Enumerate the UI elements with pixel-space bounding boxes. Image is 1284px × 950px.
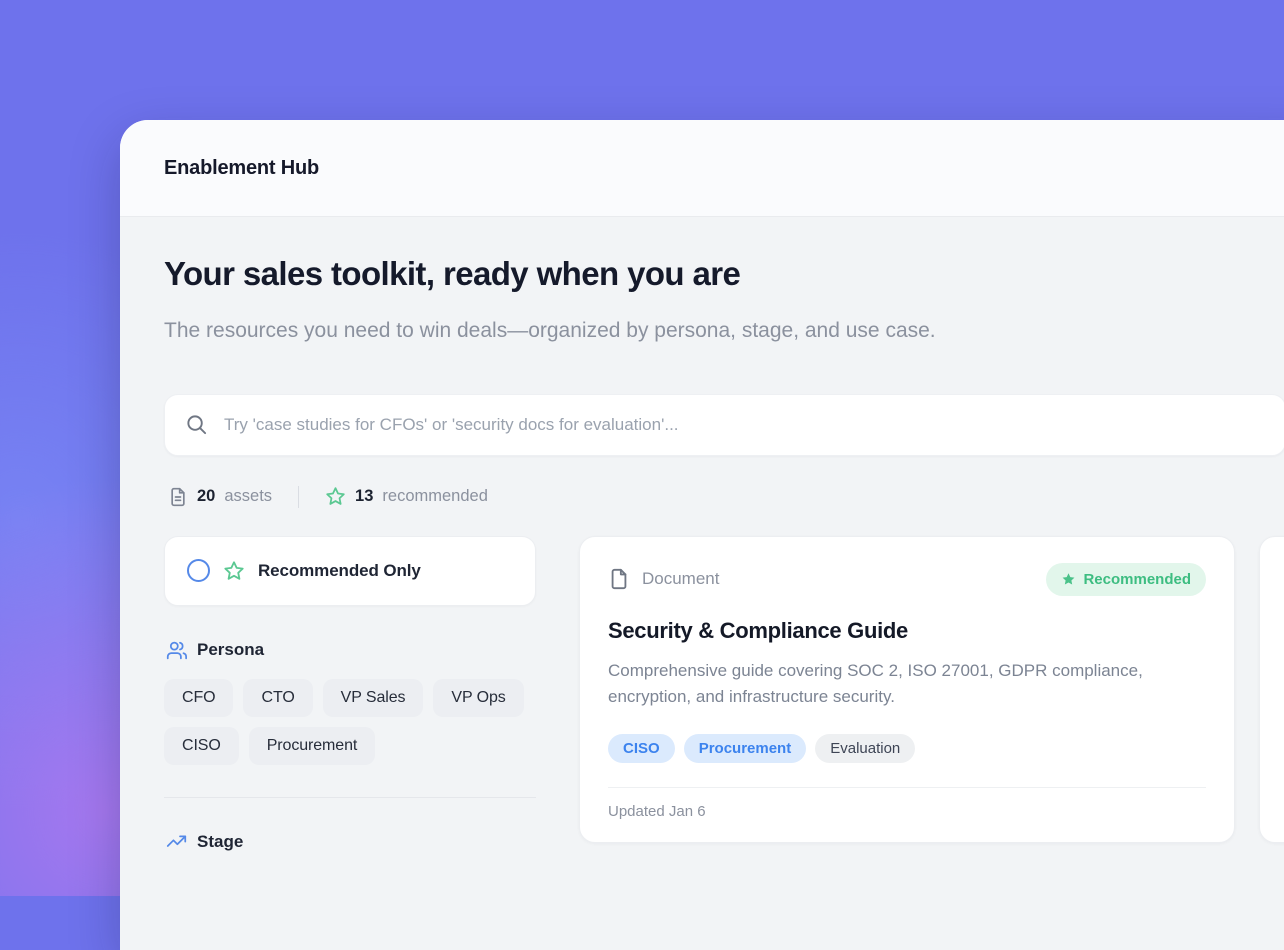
asset-description: Comprehensive guide covering SOC 2, ISO … — [608, 658, 1206, 711]
persona-section-label: Persona — [197, 640, 264, 660]
app-title: Enablement Hub — [164, 157, 319, 180]
star-icon — [325, 486, 346, 507]
app-header: Enablement Hub — [120, 120, 1284, 217]
search-input[interactable] — [222, 414, 1265, 436]
assets-label: assets — [224, 487, 272, 506]
tag-ciso[interactable]: CISO — [608, 734, 675, 763]
asset-updated-date: Updated Jan 6 — [608, 803, 1206, 820]
recommended-badge-label: Recommended — [1083, 571, 1191, 588]
assets-count: 20 — [197, 487, 215, 506]
asset-tag-list: CISO Procurement Evaluation — [608, 734, 1206, 763]
recommended-only-radio[interactable] — [187, 559, 210, 582]
asset-type: Document — [608, 568, 719, 590]
persona-chip-procurement[interactable]: Procurement — [249, 727, 376, 765]
stats-row: 20 assets 13 recommended — [168, 486, 1282, 508]
asset-title: Security & Compliance Guide — [608, 618, 1206, 644]
filters-sidebar: Recommended Only Persona CFO — [164, 536, 536, 871]
asset-card-security-compliance-guide[interactable]: Document Recommended Security & Complian… — [579, 536, 1235, 844]
page-subtitle: The resources you need to win deals—orga… — [164, 313, 1004, 350]
recommended-only-toggle[interactable]: Recommended Only — [164, 536, 536, 606]
enablement-hub-window: Enablement Hub Your sales toolkit, ready… — [120, 120, 1284, 950]
asset-card-list: Document Recommended Security & Complian… — [579, 536, 1284, 844]
page-title: Your sales toolkit, ready when you are — [164, 255, 1284, 293]
asset-card-top-row: Document Recommended — [608, 563, 1206, 596]
search-bar[interactable] — [164, 394, 1284, 456]
persona-chip-cto[interactable]: CTO — [243, 679, 312, 717]
star-filled-icon — [1061, 572, 1076, 587]
sidebar-divider — [164, 797, 536, 798]
stage-section-label: Stage — [197, 832, 243, 852]
stats-divider — [298, 486, 299, 508]
asset-card-partial[interactable] — [1259, 536, 1284, 844]
tag-procurement[interactable]: Procurement — [684, 734, 807, 763]
persona-section-header: Persona — [166, 640, 534, 661]
recommended-badge: Recommended — [1046, 563, 1206, 596]
recommended-label: recommended — [382, 487, 487, 506]
assets-stat: 20 assets — [168, 487, 272, 507]
tag-evaluation[interactable]: Evaluation — [815, 734, 915, 763]
persona-chip-vp-sales[interactable]: VP Sales — [323, 679, 424, 717]
document-icon — [608, 568, 630, 590]
file-icon — [168, 487, 188, 507]
asset-card-divider — [608, 787, 1206, 788]
persona-chip-vp-ops[interactable]: VP Ops — [433, 679, 523, 717]
content-columns: Recommended Only Persona CFO — [164, 536, 1284, 871]
search-icon — [185, 413, 208, 436]
recommended-stat: 13 recommended — [325, 486, 488, 507]
stage-section-header: Stage — [166, 832, 534, 853]
persona-chip-ciso[interactable]: CISO — [164, 727, 239, 765]
star-icon — [223, 560, 245, 582]
main-content: Your sales toolkit, ready when you are T… — [120, 217, 1284, 871]
persona-chip-cfo[interactable]: CFO — [164, 679, 233, 717]
trend-up-icon — [166, 832, 187, 853]
asset-type-label: Document — [642, 569, 719, 589]
recommended-count: 13 — [355, 487, 373, 506]
recommended-only-label: Recommended Only — [258, 561, 421, 581]
persona-chip-list: CFO CTO VP Sales VP Ops CISO Procurement — [164, 679, 536, 765]
users-icon — [166, 640, 187, 661]
